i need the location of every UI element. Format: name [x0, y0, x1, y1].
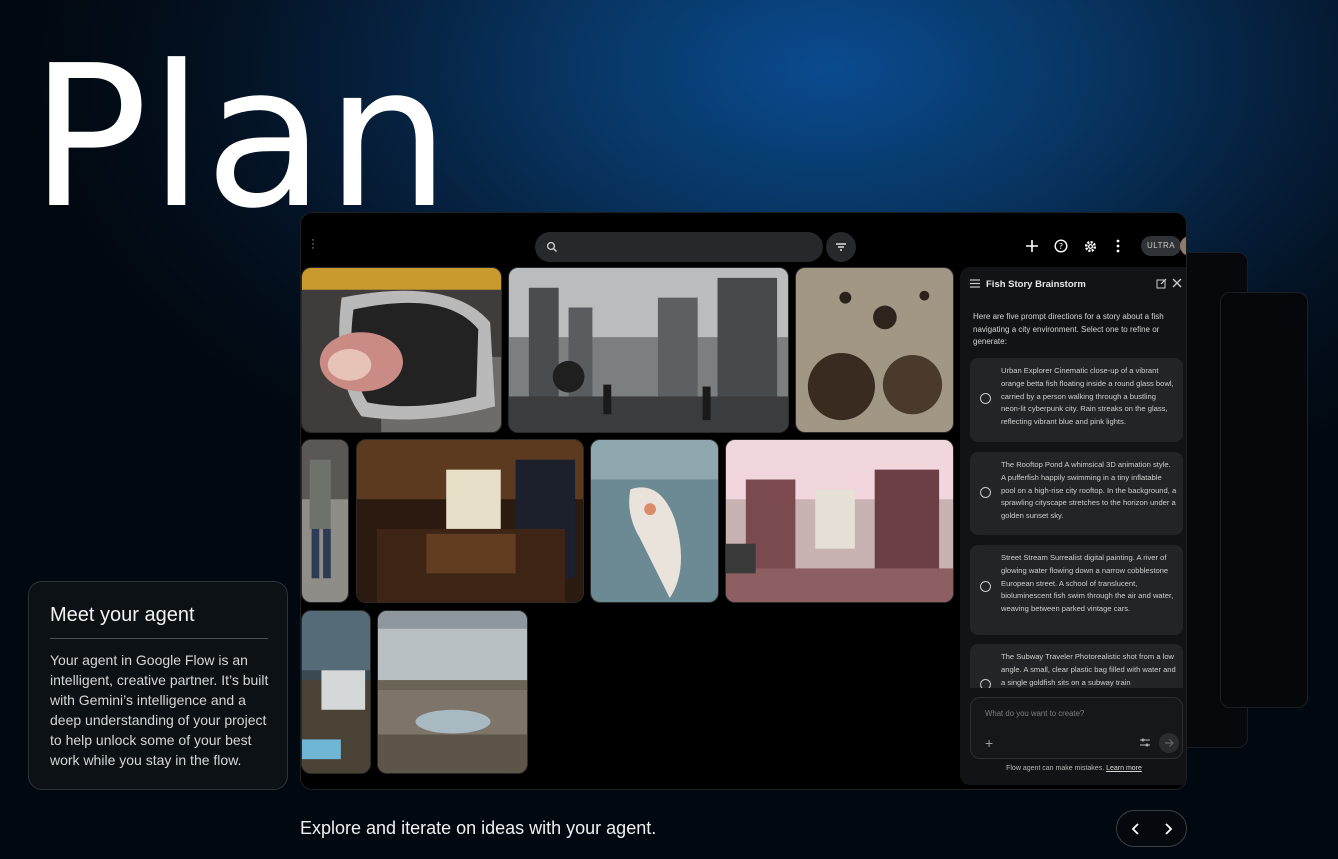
- prompt-option[interactable]: The Rooftop Pond A whimsical 3D animatio…: [970, 452, 1183, 535]
- gallery-thumbnail[interactable]: [377, 610, 528, 774]
- edit-icon[interactable]: [1156, 278, 1167, 289]
- gallery-thumbnail[interactable]: [301, 267, 502, 433]
- filter-button[interactable]: [826, 232, 856, 262]
- send-button[interactable]: [1159, 733, 1179, 753]
- search-icon: [546, 241, 558, 253]
- radio-button[interactable]: [980, 487, 991, 498]
- prompt-option-text: The Rooftop Pond A whimsical 3D animatio…: [1001, 460, 1177, 521]
- carousel-pager: [1116, 810, 1187, 847]
- prompt-option[interactable]: Street Stream Surrealist digital paintin…: [970, 545, 1183, 635]
- slide-caption: Explore and iterate on ideas with your a…: [300, 818, 657, 838]
- prompt-placeholder: What do you want to create?: [985, 709, 1085, 718]
- prompt-options: Urban Explorer Cinematic close-up of a v…: [970, 358, 1183, 688]
- previous-button[interactable]: [1126, 819, 1146, 839]
- search-input[interactable]: [535, 232, 823, 262]
- gear-icon[interactable]: [1079, 235, 1101, 257]
- radio-button[interactable]: [980, 581, 991, 592]
- next-button[interactable]: [1158, 819, 1178, 839]
- prompt-option-text: The Subway Traveler Photorealistic shot …: [1001, 652, 1176, 687]
- chevron-left-icon: [1131, 823, 1139, 835]
- menu-dots-icon[interactable]: · · ·: [311, 233, 315, 253]
- svg-text:?: ?: [1059, 242, 1063, 251]
- gallery-thumbnail[interactable]: [590, 439, 719, 603]
- tune-icon[interactable]: [1140, 738, 1150, 747]
- gallery-thumbnail[interactable]: [301, 610, 371, 774]
- add-icon[interactable]: +: [985, 736, 993, 750]
- plus-icon[interactable]: [1021, 235, 1043, 257]
- panel-intro: Here are five prompt directions for a st…: [973, 312, 1164, 346]
- prompt-option[interactable]: The Subway Traveler Photorealistic shot …: [970, 644, 1183, 688]
- divider: [50, 638, 268, 639]
- filter-icon: [836, 243, 846, 251]
- hero-title: Plan: [30, 24, 451, 252]
- prompt-option[interactable]: Urban Explorer Cinematic close-up of a v…: [970, 358, 1183, 442]
- agent-card-body: Your agent in Google Flow is an intellig…: [50, 652, 269, 768]
- plan-badge: ULTRA: [1141, 236, 1182, 256]
- radio-button[interactable]: [980, 393, 991, 404]
- top-bar: · · · ? ULTRA: [301, 213, 1186, 267]
- help-icon[interactable]: ?: [1050, 235, 1072, 257]
- gallery-thumbnail[interactable]: [356, 439, 584, 603]
- avatar[interactable]: [1180, 236, 1186, 256]
- background-panel: [1220, 292, 1308, 708]
- panel-header: Fish Story Brainstorm: [960, 267, 1186, 303]
- panel-disclaimer: Flow agent can make mistakes. Learn more: [960, 765, 1186, 772]
- menu-icon[interactable]: [970, 279, 980, 288]
- gallery-thumbnail[interactable]: [301, 439, 349, 603]
- panel-title: Fish Story Brainstorm: [986, 279, 1086, 290]
- gallery-thumbnail[interactable]: [508, 267, 789, 433]
- prompt-input[interactable]: What do you want to create? +: [970, 697, 1183, 759]
- app-window: · · · ? ULTRA Fish Story Brainstorm Here…: [300, 212, 1187, 790]
- radio-button[interactable]: [980, 679, 991, 688]
- arrow-right-icon: [1165, 739, 1174, 747]
- agent-info-card: Meet your agent Your agent in Google Flo…: [28, 581, 288, 790]
- gallery-thumbnail[interactable]: [725, 439, 954, 603]
- agent-card-title: Meet your agent: [50, 604, 195, 626]
- gallery-thumbnail[interactable]: [795, 267, 954, 433]
- prompt-option-text: Urban Explorer Cinematic close-up of a v…: [1001, 366, 1174, 427]
- agent-panel: Fish Story Brainstorm Here are five prom…: [960, 267, 1186, 785]
- chevron-right-icon: [1165, 823, 1173, 835]
- disclaimer-text: Flow agent can make mistakes.: [1006, 765, 1105, 772]
- learn-more-link[interactable]: Learn more: [1106, 765, 1142, 772]
- close-icon[interactable]: [1172, 278, 1182, 288]
- more-vert-icon[interactable]: [1107, 235, 1129, 257]
- prompt-option-text: Street Stream Surrealist digital paintin…: [1001, 553, 1174, 614]
